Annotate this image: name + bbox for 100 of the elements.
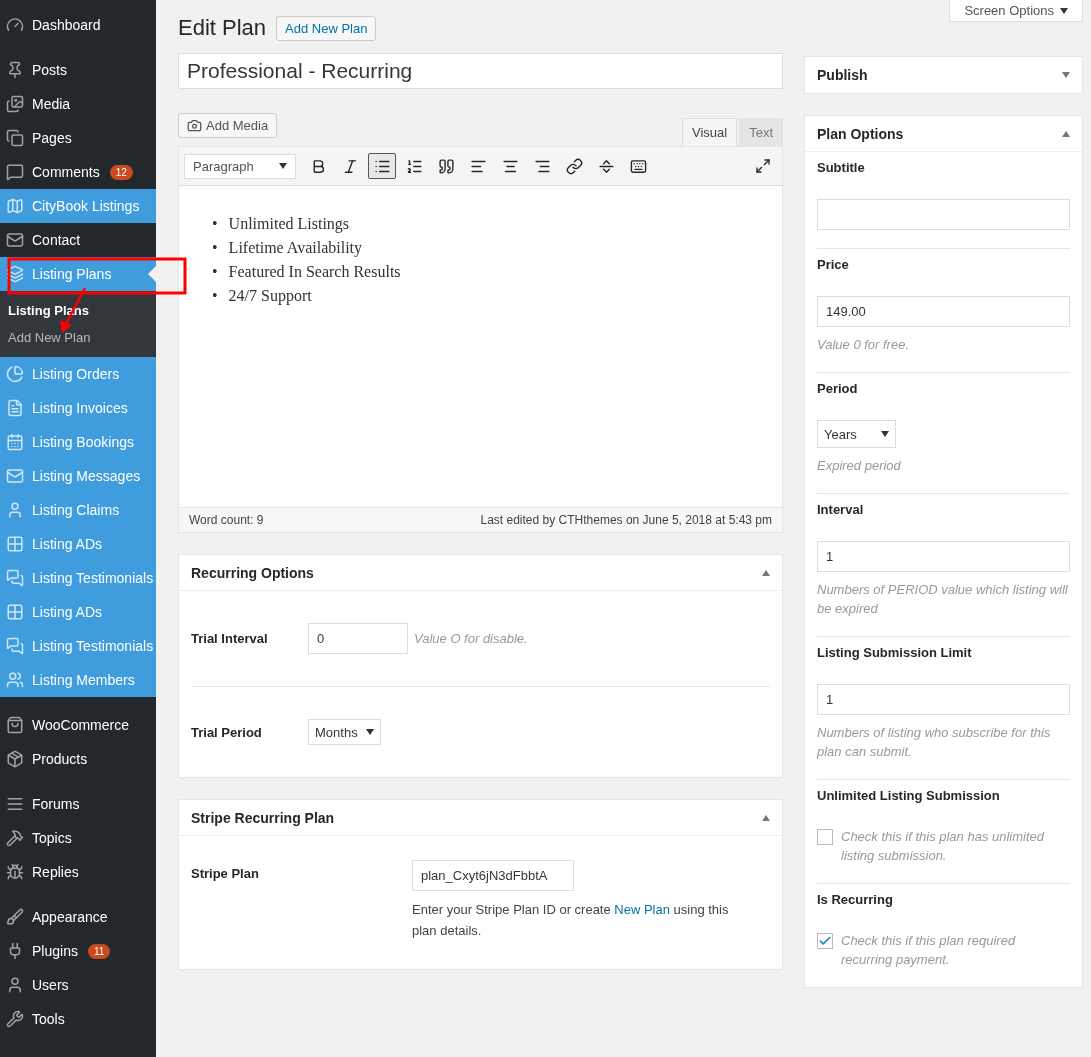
- sidebar-item-label: Listing Members: [32, 672, 135, 688]
- sidebar-item-label: Listing ADs: [32, 536, 103, 552]
- speech-bubbles-icon: [6, 637, 24, 655]
- box-icon: [6, 750, 24, 768]
- people-icon: [6, 671, 24, 689]
- sidebar-item-label: Pages: [32, 130, 72, 146]
- caret-icon: [279, 163, 287, 169]
- grid-icon: [6, 535, 24, 553]
- hammer-icon: [6, 829, 24, 847]
- input-field[interactable]: 1: [817, 541, 1070, 572]
- list-item: Unlimited Listings: [228, 214, 350, 235]
- sidebar-item-label: Listing Messages: [32, 468, 141, 484]
- sidebar-item-label: Posts: [32, 62, 67, 78]
- sidebar-item-label: Media: [32, 96, 71, 112]
- bullet: •: [212, 262, 218, 282]
- bullet: •: [212, 286, 218, 306]
- sidebar-item-label: Comments: [32, 164, 100, 180]
- input-field[interactable]: 0: [308, 623, 408, 654]
- input-field[interactable]: plan_Cxyt6jN3dFbbtA: [412, 860, 574, 891]
- map-icon: [6, 197, 24, 215]
- list-item: 24/7 Support: [228, 286, 312, 307]
- panel-title: Plan Options: [817, 125, 904, 142]
- sidebar-item-label: Topics: [32, 830, 72, 846]
- submenu-item[interactable]: Add New Plan: [0, 324, 156, 351]
- count-badge: 11: [87, 943, 111, 959]
- toolbar-button[interactable]: [368, 153, 396, 179]
- sidebar-item-label: Dashboard: [32, 17, 101, 33]
- input-field[interactable]: 149.00: [817, 296, 1070, 327]
- person-icon: [6, 976, 24, 994]
- field-label: Interval: [817, 502, 865, 517]
- bug-icon: [6, 863, 24, 881]
- select-field[interactable]: Months: [308, 719, 381, 745]
- field-label: Stripe Plan: [191, 865, 260, 883]
- editor-tab[interactable]: Text: [739, 118, 783, 147]
- title-field[interactable]: Professional - Recurring: [178, 53, 783, 89]
- sidebar-item-label: Listing Claims: [32, 502, 120, 518]
- sidebar-item-label: Listing Bookings: [32, 434, 134, 450]
- sidebar-item-label: Plugins: [32, 943, 78, 959]
- list-item: Featured In Search Results: [228, 262, 401, 282]
- numbered-list-icon: [405, 157, 423, 175]
- images-icon: [6, 95, 24, 113]
- screen-options-button[interactable]: Screen Options: [949, 0, 1083, 22]
- field-label: Is Recurring: [817, 892, 894, 907]
- input-field[interactable]: [817, 199, 1070, 230]
- pie-chart-icon: [6, 365, 24, 383]
- link-icon: [565, 157, 583, 175]
- input-field[interactable]: 1: [817, 684, 1070, 715]
- field-label: Unlimited Listing Submission: [817, 788, 1001, 803]
- brush-icon: [6, 908, 24, 926]
- bullet: •: [212, 214, 218, 234]
- gauge-icon: [6, 16, 24, 34]
- caret-icon: [1060, 7, 1068, 14]
- editor-tab[interactable]: Visual: [681, 118, 738, 147]
- sidebar-item-label: Users: [32, 977, 69, 993]
- lines-icon: [6, 795, 24, 813]
- bullet: •: [212, 238, 218, 258]
- field-hint: Value O for disable.: [414, 630, 528, 648]
- collapse-arrow-icon[interactable]: [762, 569, 770, 576]
- expand-arrow-icon[interactable]: [1062, 72, 1070, 78]
- format-select[interactable]: Paragraph: [184, 153, 296, 179]
- pin-icon: [6, 61, 24, 79]
- collapse-arrow-icon[interactable]: [1062, 130, 1070, 137]
- speech-bubbles-icon: [6, 569, 24, 587]
- checkbox[interactable]: [817, 933, 833, 949]
- field-hint: Value 0 for free.: [817, 336, 910, 354]
- envelope-icon: [6, 467, 24, 485]
- field-label: Trial Interval: [191, 631, 269, 646]
- field-label: Trial Period: [191, 724, 263, 740]
- panel-title: Stripe Recurring Plan: [191, 809, 335, 826]
- new-plan-link[interactable]: New Plan: [614, 902, 670, 917]
- layers-icon: [6, 265, 24, 283]
- last-edited-text: Last edited by CTHthemes on June 5, 2018 at 5:43 pm: [480, 513, 772, 527]
- sidebar-item-label: Appearance: [32, 909, 108, 925]
- collapse-arrow-icon[interactable]: [762, 814, 770, 821]
- read-more-icon: [597, 157, 615, 175]
- document-icon: [6, 399, 24, 417]
- sidebar-item-label: Listing Testimonials: [32, 638, 154, 654]
- field-label: Price: [817, 257, 850, 272]
- expand-icon: [755, 158, 771, 174]
- checkbox[interactable]: [817, 829, 833, 845]
- field-hint: Numbers of listing who subscribe for this plan can submit.: [817, 724, 1052, 761]
- caret-icon: [365, 729, 374, 735]
- sidebar-item-label: Listing Plans: [32, 266, 112, 282]
- select-field[interactable]: Years: [817, 420, 896, 448]
- add-media-button[interactable]: Add Media: [178, 113, 278, 138]
- sidebar-item-label: Contact: [32, 232, 81, 248]
- quote-icon: [437, 157, 455, 175]
- add-new-plan-button[interactable]: Add New Plan: [276, 15, 377, 41]
- envelope-icon: [6, 231, 24, 249]
- panel-title: Publish: [817, 67, 868, 83]
- sidebar-item-label: Listing ADs: [32, 604, 103, 620]
- caret-icon: [880, 431, 889, 437]
- bag-icon: [6, 716, 24, 734]
- calendar-icon: [6, 433, 24, 451]
- field-label: Subtitle: [817, 160, 866, 175]
- word-count: Word count: 9: [189, 513, 264, 527]
- person-icon: [6, 501, 24, 519]
- keyboard-icon: [629, 157, 647, 175]
- page-title: Edit Plan: [178, 15, 267, 41]
- field-label: Period: [817, 381, 859, 396]
